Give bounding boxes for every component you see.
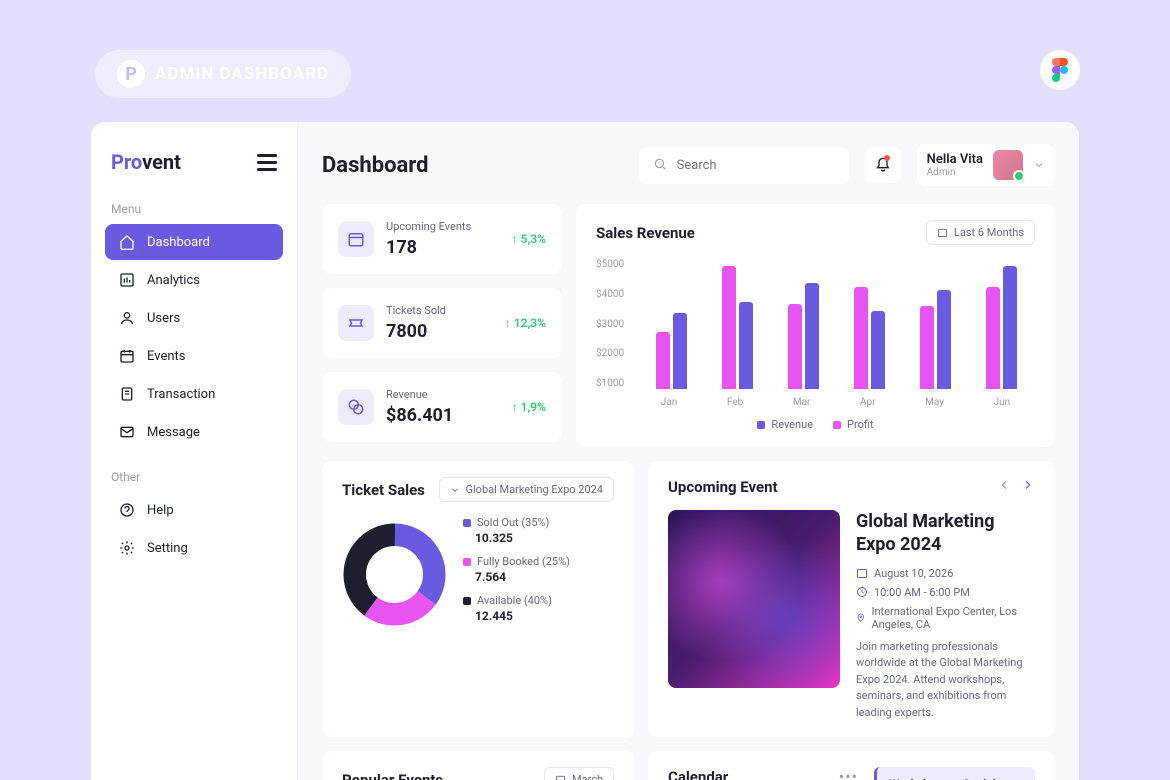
event-selector[interactable]: Global Marketing Expo 2024	[439, 477, 615, 502]
sidebar-item-transaction[interactable]: Transaction	[105, 376, 283, 412]
users-icon	[119, 310, 135, 326]
stat-tickets-sold: Tickets Sold 7800 ↑ 12,3%	[322, 288, 562, 358]
notification-dot	[884, 155, 890, 161]
event-description: Join marketing professionals worldwide a…	[856, 639, 1035, 722]
stat-revenue: Revenue $86.401 ↑ 1,9%	[322, 372, 562, 442]
stat-change: ↑ 1,9%	[512, 400, 546, 414]
search-box[interactable]	[639, 147, 849, 184]
main-content: Dashboard Nella Vita Admin	[298, 122, 1079, 780]
chevron-down-icon	[1033, 156, 1045, 175]
nav-label: Events	[147, 349, 185, 364]
event-time: 10:00 AM - 6:00 PM	[856, 586, 1035, 599]
event-date: August 10, 2026	[856, 567, 1035, 580]
sidebar-item-message[interactable]: Message	[105, 414, 283, 450]
avatar	[993, 150, 1023, 180]
sidebar-item-users[interactable]: Users	[105, 300, 283, 336]
page-title: Dashboard	[322, 153, 623, 178]
calendar-event[interactable]: Workshop on Social Media Marketing Socia…	[874, 767, 1035, 780]
calendar-icon	[119, 348, 135, 364]
app-window: Provent Menu Dashboard Analytics Users E…	[91, 122, 1079, 780]
popular-events-card: Popular Events March Concerts 35% Worksh…	[322, 751, 634, 780]
next-event-button[interactable]	[1021, 477, 1035, 496]
stat-label: Upcoming Events	[386, 220, 500, 233]
outer-badge: P ADMIN DASHBOARD	[95, 50, 351, 98]
nav-label: Users	[147, 311, 180, 326]
more-icon[interactable]: •••	[839, 767, 858, 780]
legend-profit: Profit	[833, 418, 874, 431]
receipt-icon	[119, 386, 135, 402]
card-title: Upcoming Event	[668, 478, 778, 496]
month-selector[interactable]: March	[544, 767, 614, 780]
other-label: Other	[111, 470, 277, 484]
stat-value: 7800	[386, 321, 493, 342]
prev-event-button[interactable]	[997, 477, 1011, 496]
calendar-icon	[937, 227, 948, 238]
ticket-sales-card: Ticket Sales Global Marketing Expo 2024 …	[322, 461, 634, 737]
search-icon	[653, 156, 667, 175]
nav-label: Message	[147, 425, 200, 440]
stat-change: ↑ 12,3%	[505, 316, 546, 330]
sidebar: Provent Menu Dashboard Analytics Users E…	[91, 122, 298, 780]
chart-icon	[119, 272, 135, 288]
stat-value: 178	[386, 237, 500, 258]
sidebar-item-analytics[interactable]: Analytics	[105, 262, 283, 298]
menu-icon[interactable]	[257, 154, 277, 171]
ticket-icon	[338, 305, 374, 341]
legend-revenue: Revenue	[757, 418, 813, 431]
card-title: Calendar	[668, 768, 728, 780]
event-image	[668, 510, 840, 688]
sales-chart: $5000$4000$3000$2000$1000	[596, 259, 1035, 389]
card-title: Sales Revenue	[596, 224, 695, 242]
calendar-icon	[856, 567, 868, 579]
user-role: Admin	[927, 167, 983, 178]
menu-label: Menu	[111, 202, 277, 216]
chevron-down-icon	[450, 485, 460, 495]
sidebar-item-help[interactable]: Help	[105, 492, 283, 528]
sidebar-item-events[interactable]: Events	[105, 338, 283, 374]
nav-label: Setting	[147, 541, 188, 556]
sidebar-item-dashboard[interactable]: Dashboard	[105, 224, 283, 260]
period-selector[interactable]: Last 6 Months	[926, 220, 1035, 245]
search-input[interactable]	[677, 158, 843, 173]
sales-revenue-card: Sales Revenue Last 6 Months $5000$4000$3…	[576, 204, 1055, 447]
outer-badge-text: ADMIN DASHBOARD	[155, 64, 329, 84]
card-title: Popular Events	[342, 771, 443, 780]
calendar-icon	[338, 221, 374, 257]
home-icon	[119, 234, 135, 250]
money-icon	[338, 389, 374, 425]
user-menu[interactable]: Nella Vita Admin	[917, 144, 1055, 186]
notifications-button[interactable]	[865, 147, 901, 183]
stat-value: $86.401	[386, 405, 500, 426]
stat-label: Tickets Sold	[386, 304, 493, 317]
event-location: International Expo Center, Los Angeles, …	[856, 605, 1035, 631]
stat-upcoming-events: Upcoming Events 178 ↑ 5,3%	[322, 204, 562, 274]
nav-label: Analytics	[147, 273, 200, 288]
stat-change: ↑ 5,3%	[512, 232, 546, 246]
pin-icon	[856, 612, 865, 624]
event-title: Global Marketing Expo 2024	[856, 510, 1035, 557]
donut-chart	[342, 522, 447, 627]
sidebar-item-setting[interactable]: Setting	[105, 530, 283, 566]
calendar-icon	[555, 774, 566, 780]
user-name: Nella Vita	[927, 152, 983, 167]
clock-icon	[856, 586, 868, 598]
upcoming-event-card: Upcoming Event Global Marketing Expo 202…	[648, 461, 1055, 737]
p-icon: P	[117, 60, 145, 88]
nav-label: Dashboard	[147, 235, 210, 250]
nav-label: Transaction	[147, 387, 215, 402]
calendar-card: Calendar ••• ‹ May 2026 › Workshop on So…	[648, 751, 1055, 780]
figma-icon	[1040, 50, 1080, 90]
stat-label: Revenue	[386, 388, 500, 401]
brand: Provent	[111, 150, 181, 174]
help-icon	[119, 502, 135, 518]
nav-label: Help	[147, 503, 174, 518]
gear-icon	[119, 540, 135, 556]
card-title: Ticket Sales	[342, 481, 425, 499]
mail-icon	[119, 424, 135, 440]
